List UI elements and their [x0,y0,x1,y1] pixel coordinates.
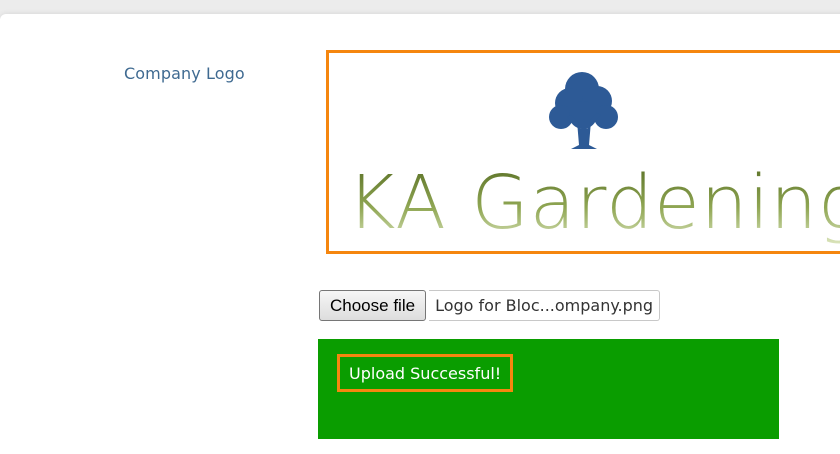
selected-file-name: Logo for Bloc...ompany.png [429,290,661,321]
logo-brand-text: KA Gardening [347,160,840,246]
choose-file-button[interactable]: Choose file [319,290,427,321]
company-logo-label: Company Logo [124,64,245,83]
ka-gardening-logo: KA Gardening [347,72,840,246]
upload-success-message: Upload Successful! [337,354,514,392]
upload-status-panel: Upload Successful! [318,339,779,439]
tree-icon [549,72,618,149]
company-logo-preview: KA Gardening [326,50,840,254]
file-input[interactable]: Choose file Logo for Bloc...ompany.png [319,289,661,322]
